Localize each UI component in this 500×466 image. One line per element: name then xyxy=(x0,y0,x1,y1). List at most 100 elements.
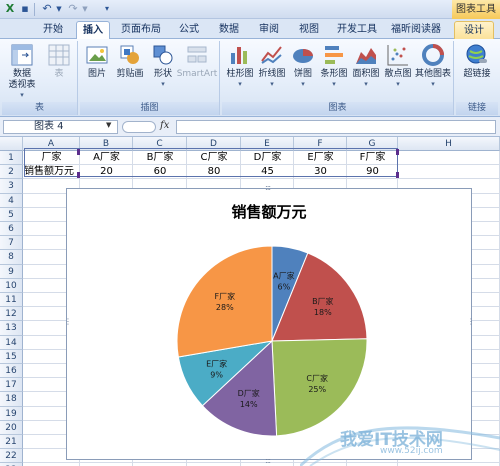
picture-icon xyxy=(86,46,108,64)
pivot-table-icon xyxy=(11,44,33,66)
range-handle-top-left[interactable] xyxy=(77,149,80,155)
tab-review[interactable]: 审阅 xyxy=(252,21,286,39)
formula-input[interactable] xyxy=(176,120,496,134)
tab-insert[interactable]: 插入 xyxy=(76,21,110,39)
other-charts-icon xyxy=(422,44,444,66)
row-header-18[interactable]: 18 xyxy=(0,392,23,407)
group-links-label: 链接 xyxy=(456,102,498,115)
scatter-chart-button[interactable]: 散点图 ▾ xyxy=(382,43,414,88)
row-header-22[interactable]: 22 xyxy=(0,449,23,464)
clip-art-label: 剪贴画 xyxy=(116,69,144,79)
shapes-label: 形状 xyxy=(153,69,172,79)
scatter-chart-dropdown-icon: ▾ xyxy=(396,80,400,88)
other-charts-button[interactable]: 其他图表 ▾ xyxy=(414,43,452,88)
slice-category-label[interactable]: A厂家 xyxy=(273,270,294,280)
tab-page-layout[interactable]: 页面布局 xyxy=(116,21,166,39)
name-box[interactable]: 图表 4 xyxy=(3,120,118,134)
row-header-5[interactable]: 5 xyxy=(0,207,23,222)
range-handle-top-right[interactable] xyxy=(396,149,399,155)
row-header-8[interactable]: 8 xyxy=(0,250,23,265)
row-header-9[interactable]: 9 xyxy=(0,264,23,279)
formula-bar-controls[interactable] xyxy=(122,121,156,133)
column-chart-label: 柱形图 xyxy=(226,69,254,79)
pie-chart-button[interactable]: 饼图 ▾ xyxy=(288,43,318,88)
select-all-corner[interactable] xyxy=(0,137,23,151)
group-charts: 柱形图 ▾ 折线图 ▾ 饼图 ▾ 条形图 ▾ 面积图 ▾ 散点图 ▾ 其他图表 … xyxy=(222,41,454,115)
slice-category-label[interactable]: B厂家 xyxy=(312,296,334,306)
row-header-11[interactable]: 11 xyxy=(0,293,23,308)
picture-button[interactable]: 图片 xyxy=(82,43,112,80)
area-chart-label: 面积图 xyxy=(352,69,380,79)
row-header-3[interactable]: 3 xyxy=(0,179,23,194)
row-header-6[interactable]: 6 xyxy=(0,222,23,237)
slice-percent-label[interactable]: 28% xyxy=(216,303,234,312)
row-header-13[interactable]: 13 xyxy=(0,321,23,336)
shapes-icon xyxy=(153,45,173,65)
bar-chart-button[interactable]: 条形图 ▾ xyxy=(318,43,350,88)
tab-view[interactable]: 视图 xyxy=(292,21,326,39)
slice-percent-label[interactable]: 18% xyxy=(314,308,332,317)
row-header-14[interactable]: 14 xyxy=(0,335,23,350)
insert-function-icon[interactable]: fx xyxy=(160,120,169,131)
save-icon[interactable]: ▪ xyxy=(18,2,32,16)
group-table-label: 表 xyxy=(2,102,77,115)
line-chart-button[interactable]: 折线图 ▾ xyxy=(256,43,288,88)
pivot-table-button[interactable]: 数据 透视表 ▾ xyxy=(4,43,40,99)
name-box-dropdown-icon[interactable]: ▼ xyxy=(106,121,111,129)
row-header-1[interactable]: 1 xyxy=(0,151,23,166)
customize-quick-access-icon[interactable]: ▾ xyxy=(100,2,114,16)
tab-design[interactable]: 设计 xyxy=(454,21,494,39)
clip-art-button[interactable]: 剪贴画 xyxy=(112,43,148,80)
slice-percent-label[interactable]: 25% xyxy=(308,385,326,394)
smartart-button[interactable]: SmartArt xyxy=(176,43,218,80)
area-chart-button[interactable]: 面积图 ▾ xyxy=(350,43,382,88)
formula-bar: 图表 4 ▼ fx xyxy=(0,117,500,137)
range-handle-bottom-left[interactable] xyxy=(77,172,80,178)
tab-formulas[interactable]: 公式 xyxy=(172,21,206,39)
hyperlink-globe-icon xyxy=(466,44,487,64)
slice-percent-label[interactable]: 14% xyxy=(240,400,258,409)
group-table: 数据 透视表 ▾ 表 表 xyxy=(2,41,78,115)
tab-developer[interactable]: 开发工具 xyxy=(332,21,382,39)
shapes-button[interactable]: 形状 ▾ xyxy=(148,43,178,88)
undo-dropdown-icon[interactable]: ▼ xyxy=(52,2,66,16)
slice-category-label[interactable]: E厂家 xyxy=(206,358,227,368)
excel-logo-icon[interactable]: X xyxy=(3,2,17,16)
area-chart-icon xyxy=(356,48,376,64)
row-header-12[interactable]: 12 xyxy=(0,307,23,322)
slice-category-label[interactable]: C厂家 xyxy=(306,373,328,383)
chart-source-range-highlight xyxy=(24,148,398,177)
pie-slice-5[interactable] xyxy=(176,245,273,358)
row-header-10[interactable]: 10 xyxy=(0,278,23,293)
smartart-label: SmartArt xyxy=(176,69,218,79)
row-header-7[interactable]: 7 xyxy=(0,236,23,251)
redo-dropdown-icon[interactable]: ▼ xyxy=(78,2,92,16)
slice-percent-label[interactable]: 6% xyxy=(278,282,291,291)
group-illustrations: 图片 剪贴画 形状 ▾ SmartArt 插图 xyxy=(80,41,220,115)
row-header-16[interactable]: 16 xyxy=(0,364,23,379)
row-header-20[interactable]: 20 xyxy=(0,420,23,435)
tab-data[interactable]: 数据 xyxy=(212,21,246,39)
column-header-h[interactable]: H xyxy=(398,137,500,151)
column-chart-button[interactable]: 柱形图 ▾ xyxy=(224,43,256,88)
row-header-4[interactable]: 4 xyxy=(0,193,23,208)
slice-category-label[interactable]: F厂家 xyxy=(214,291,235,301)
scatter-chart-icon xyxy=(387,45,408,66)
row-header-15[interactable]: 15 xyxy=(0,349,23,364)
column-chart-icon xyxy=(231,47,247,64)
row-header-17[interactable]: 17 xyxy=(0,378,23,393)
hyperlink-button[interactable]: 超链接 xyxy=(458,43,496,80)
range-handle-bottom-right[interactable] xyxy=(396,172,399,178)
slice-percent-label[interactable]: 9% xyxy=(210,370,223,379)
row-header-2[interactable]: 2 xyxy=(0,165,23,180)
tab-home[interactable]: 开始 xyxy=(36,21,70,39)
bar-chart-label: 条形图 xyxy=(320,69,348,79)
row-header-21[interactable]: 21 xyxy=(0,435,23,450)
table-button[interactable]: 表 xyxy=(44,43,74,80)
quick-access-separator xyxy=(34,3,35,16)
slice-category-label[interactable]: D厂家 xyxy=(238,388,260,398)
tab-foxit-reader[interactable]: 福昕阅读器 xyxy=(386,21,446,39)
area-chart-dropdown-icon: ▾ xyxy=(364,80,368,88)
pie-chart-label: 饼图 xyxy=(293,69,312,79)
row-header-19[interactable]: 19 xyxy=(0,406,23,421)
